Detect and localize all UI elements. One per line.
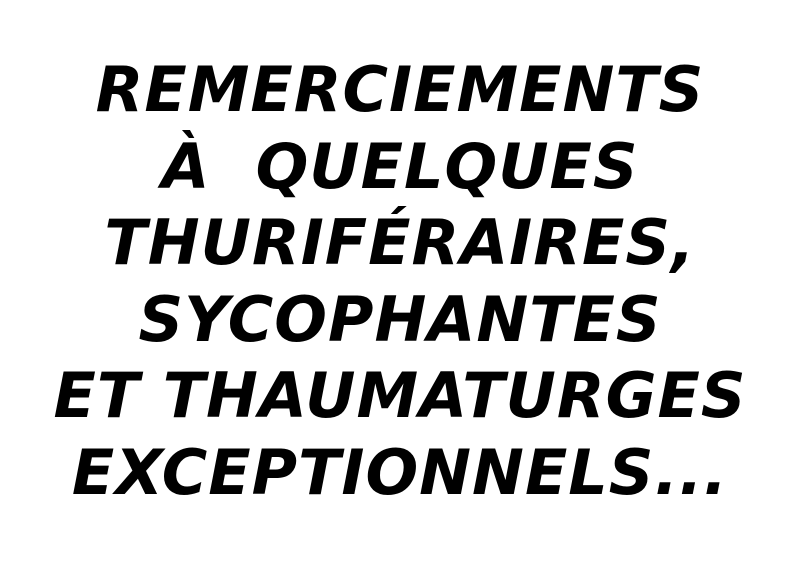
title-line: THURIFÉRAIRES, [104,206,696,279]
title-line: EXCEPTIONNELS... [71,435,729,509]
page: REMERCIEMENTS À QUELQUES THURIFÉRAIRES, … [0,0,800,566]
title-line: SYCOPHANTES [138,282,662,356]
title-block: REMERCIEMENTS À QUELQUES THURIFÉRAIRES, … [0,52,800,511]
title-line: ET THAUMATURGES [53,359,747,432]
title-line: À QUELQUES [161,129,639,203]
title-line: REMERCIEMENTS [95,53,705,126]
